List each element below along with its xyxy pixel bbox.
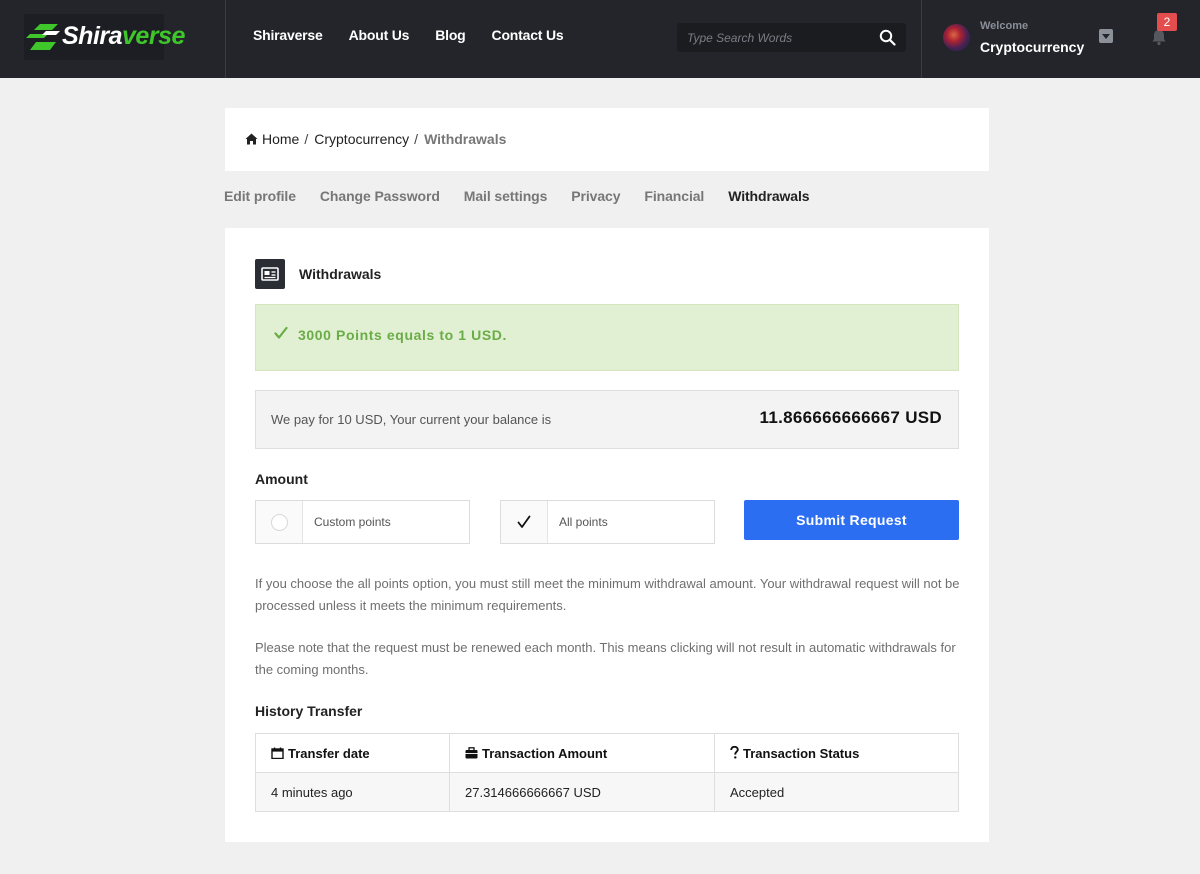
col-transaction-status: Transaction Status — [714, 733, 959, 773]
divider — [921, 0, 922, 78]
notification-badge: 2 — [1157, 13, 1177, 31]
radio-box — [501, 501, 548, 543]
col-transaction-amount: Transaction Amount — [449, 733, 715, 773]
tab-financial[interactable]: Financial — [644, 188, 704, 204]
info-alert: 3000 Points equals to 1 USD. — [255, 304, 959, 371]
breadcrumb-card: Home / Cryptocurrency / Withdrawals — [225, 108, 989, 171]
logo-icon — [26, 24, 60, 50]
breadcrumb: Home / Cryptocurrency / Withdrawals — [245, 131, 506, 147]
tab-withdrawals[interactable]: Withdrawals — [728, 188, 809, 204]
search-input[interactable] — [687, 29, 867, 47]
tab-edit-profile[interactable]: Edit profile — [224, 188, 296, 204]
question-icon — [730, 745, 739, 759]
table-header-row: Transfer date Transaction Amount Transac… — [255, 733, 959, 773]
all-points-label: All points — [559, 515, 608, 529]
amount-label: Amount — [255, 471, 308, 487]
check-icon — [274, 326, 288, 339]
nav-shiraverse[interactable]: Shiraverse — [253, 27, 323, 43]
alert-message: 3000 Points equals to 1 USD. — [298, 327, 507, 343]
breadcrumb-separator: / — [304, 131, 309, 147]
radio-box — [256, 501, 303, 543]
balance-text: We pay for 10 USD, Your current your bal… — [271, 412, 552, 427]
balance-panel: We pay for 10 USD, Your current your bal… — [255, 390, 959, 449]
username[interactable]: Cryptocurrency — [980, 39, 1084, 55]
table-row: 4 minutes ago 27.314666666667 USD Accept… — [255, 772, 959, 812]
nav-blog[interactable]: Blog — [435, 27, 466, 43]
withdrawals-card: Withdrawals 3000 Points equals to 1 USD.… — [225, 228, 989, 842]
note-monthly-renewal: Please note that the request must be ren… — [255, 640, 956, 677]
radio-button[interactable] — [271, 514, 288, 531]
history-title: History Transfer — [255, 703, 363, 719]
custom-points-label: Custom points — [314, 515, 391, 529]
user-avatar[interactable] — [943, 24, 970, 51]
tab-change-password[interactable]: Change Password — [320, 188, 440, 204]
note-minimum-withdrawal: If you choose the all points option, you… — [255, 576, 960, 613]
cell-transaction-status: Accepted — [714, 772, 959, 812]
search-box — [677, 23, 906, 52]
top-navbar: Shiraverse Shiraverse About Us Blog Cont… — [0, 0, 1200, 78]
breadcrumb-home[interactable]: Home — [262, 131, 299, 147]
section-title: Withdrawals — [299, 266, 382, 282]
profile-tabs: Edit profile Change Password Mail settin… — [224, 188, 833, 204]
home-icon — [245, 133, 258, 145]
id-card-icon — [255, 259, 285, 289]
check-icon[interactable] — [517, 515, 531, 529]
submit-request-button[interactable]: Submit Request — [744, 500, 959, 540]
nav-about-us[interactable]: About Us — [349, 27, 410, 43]
divider — [225, 0, 226, 78]
cell-transfer-date: 4 minutes ago — [255, 772, 450, 812]
main-nav: Shiraverse About Us Blog Contact Us — [253, 27, 589, 43]
welcome-text: Welcome — [980, 20, 1029, 32]
history-table: Transfer date Transaction Amount Transac… — [255, 733, 959, 812]
tab-mail-settings[interactable]: Mail settings — [464, 188, 548, 204]
all-points-option[interactable]: All points — [500, 500, 715, 544]
breadcrumb-current: Withdrawals — [424, 131, 507, 147]
site-logo[interactable]: Shiraverse — [24, 14, 185, 60]
chevron-down-icon[interactable] — [1099, 29, 1113, 43]
briefcase-icon — [465, 746, 478, 758]
logo-text: Shiraverse — [62, 22, 185, 50]
calendar-icon — [271, 747, 284, 759]
col-transfer-date: Transfer date — [255, 733, 450, 773]
balance-value: 11.866666666667 USD — [759, 408, 942, 427]
nav-contact-us[interactable]: Contact Us — [492, 27, 564, 43]
search-icon[interactable] — [879, 29, 896, 46]
cell-transaction-amount: 27.314666666667 USD — [449, 772, 715, 812]
tab-privacy[interactable]: Privacy — [571, 188, 620, 204]
breadcrumb-separator: / — [414, 131, 419, 147]
breadcrumb-parent[interactable]: Cryptocurrency — [314, 131, 409, 147]
custom-points-option[interactable]: Custom points — [255, 500, 470, 544]
